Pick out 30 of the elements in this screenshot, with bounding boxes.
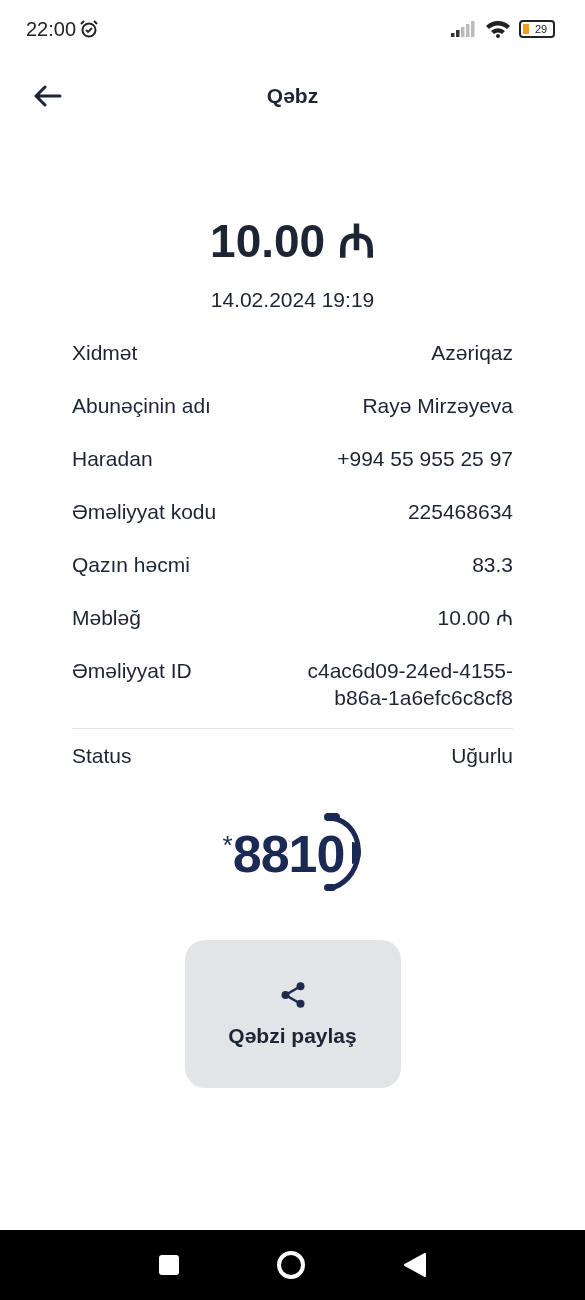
detail-value: 10.00 ₼: [437, 605, 513, 631]
home-button[interactable]: [277, 1251, 306, 1279]
clock-time: 22:00: [26, 17, 77, 41]
detail-value: Rayə Mirzəyeva: [362, 393, 513, 419]
detail-label: Haradan: [72, 446, 153, 472]
detail-value: Azəriqaz: [431, 340, 513, 366]
detail-value: 225468634: [407, 499, 513, 525]
amount-text: 10.00 ₼: [209, 214, 376, 268]
page-title: Qəbz: [266, 84, 319, 108]
detail-label: Əməliyyat ID: [72, 658, 192, 684]
battery-icon: 29: [519, 20, 555, 38]
detail-label: Qazın həcmi: [72, 552, 190, 578]
support-logo: *8810: [222, 812, 363, 896]
detail-label: Abunəçinin adı: [72, 393, 211, 419]
share-button[interactable]: Qəbzi paylaş: [184, 940, 401, 1088]
detail-label: Əməliyyat kodu: [72, 499, 217, 525]
wifi-icon: [485, 20, 511, 38]
detail-label: Məbləğ: [72, 605, 141, 631]
detail-label: Xidmət: [72, 340, 138, 366]
detail-label: Status: [72, 743, 132, 769]
date-text: 14.02.2024 19:19: [209, 288, 376, 312]
detail-value: c4ac6d09-24ed-4155-b86a-1a6efc6c8cf8: [306, 658, 513, 711]
detail-value: +994 55 955 25 97: [337, 446, 513, 472]
back-button[interactable]: [403, 1253, 426, 1277]
recent-apps-button[interactable]: [159, 1255, 180, 1275]
detail-value: Uğurlu: [451, 743, 513, 769]
signal-icon: [451, 21, 477, 37]
detail-value: 83.3: [472, 552, 513, 578]
alarm-clock-icon: [79, 19, 100, 39]
back-arrow-icon[interactable]: [32, 84, 62, 108]
